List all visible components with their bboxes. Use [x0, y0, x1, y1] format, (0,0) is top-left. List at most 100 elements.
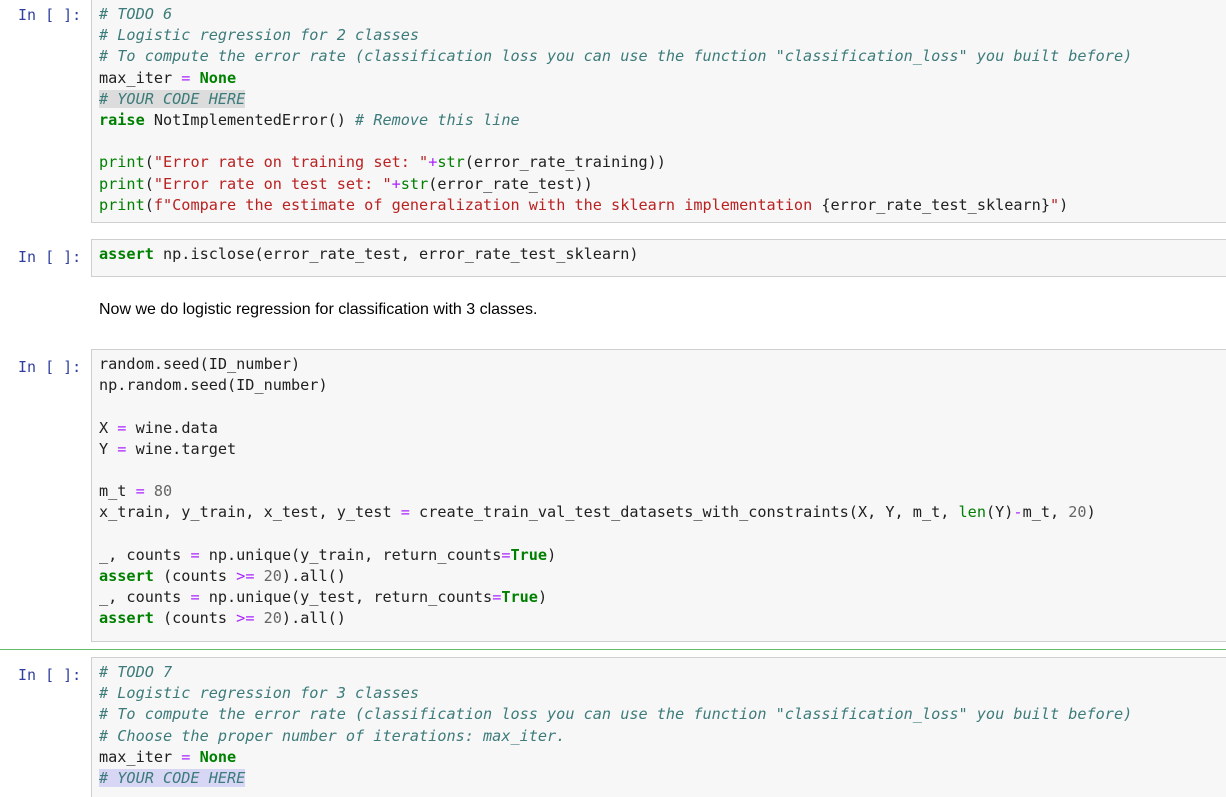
code-line[interactable]: print("Error rate on training set: "+str…: [99, 152, 1226, 173]
code-line[interactable]: [99, 396, 1226, 417]
code-token: None: [199, 68, 237, 87]
code-token: assert: [99, 609, 154, 628]
code-token: # YOUR CODE HERE: [99, 768, 246, 787]
code-token: =: [492, 588, 502, 607]
code-token: =: [135, 482, 145, 501]
code-token: True: [501, 588, 538, 607]
code-token: assert: [99, 245, 154, 263]
code-token: =: [190, 588, 200, 607]
code-token: ): [1086, 503, 1096, 522]
code-token: 80: [153, 482, 173, 501]
code-token: {error_rate_test_sklearn}: [821, 195, 1050, 214]
code-token: print: [99, 195, 145, 214]
code-token: # YOUR CODE HERE: [99, 89, 246, 108]
code-token: None: [199, 747, 237, 766]
code-line[interactable]: print("Error rate on test set: "+str(err…: [99, 174, 1226, 195]
code-token: # To compute the error rate (classificat…: [99, 47, 1133, 66]
code-token: (: [144, 153, 154, 172]
code-line[interactable]: np.random.seed(ID_number): [99, 375, 1226, 396]
code-token: str: [437, 153, 465, 172]
code-line[interactable]: X = wine.data: [99, 418, 1226, 439]
code-token: -: [1013, 503, 1023, 522]
code-token: max_iter: [99, 747, 182, 766]
code-line[interactable]: # TODO 6: [99, 4, 1226, 25]
code-token: assert: [99, 566, 154, 585]
code-editor[interactable]: # TODO 6 # Logistic regression for 2 clas…: [99, 4, 1226, 216]
code-token: len: [958, 503, 986, 522]
code-line[interactable]: # Choose the proper number of iterations…: [99, 726, 1226, 747]
code-token: ): [547, 545, 557, 564]
code-token: (error_rate_training)): [464, 153, 666, 172]
code-line[interactable]: # YOUR CODE HERE: [99, 89, 1226, 110]
code-input-area[interactable]: random.seed(ID_number) np.random.seed(ID_…: [91, 349, 1226, 642]
code-line[interactable]: _, counts = np.unique(y_test, return_cou…: [99, 587, 1226, 608]
code-line[interactable]: assert np.isclose(error_rate_test, error…: [99, 244, 1226, 265]
code-editor[interactable]: # TODO 7 # Logistic regression for 3 clas…: [99, 662, 1226, 789]
code-line[interactable]: Y = wine.target: [99, 439, 1226, 460]
code-token: _, counts: [99, 588, 191, 607]
code-line[interactable]: assert (counts >= 20).all(): [99, 608, 1226, 629]
code-token: ).all(): [281, 609, 346, 628]
code-line[interactable]: [99, 131, 1226, 152]
code-line[interactable]: # Logistic regression for 3 classes: [99, 683, 1226, 704]
code-line[interactable]: _, counts = np.unique(y_train, return_co…: [99, 545, 1226, 566]
code-input-area[interactable]: assert np.isclose(error_rate_test, error…: [91, 239, 1226, 277]
code-token: _, counts: [99, 545, 191, 564]
code-line[interactable]: [99, 460, 1226, 481]
code-editor[interactable]: assert np.isclose(error_rate_test, error…: [99, 244, 1226, 265]
selected-cell-border: [0, 649, 1226, 650]
code-token: # Remove this line: [355, 110, 520, 129]
code-line[interactable]: x_train, y_train, x_test, y_test = creat…: [99, 502, 1226, 523]
code-token: 20: [263, 609, 282, 628]
cell-prompt: In [ ]:: [18, 358, 82, 376]
code-token: ": [1049, 195, 1060, 214]
code-token: "Error rate on test set: ": [153, 174, 392, 193]
code-token: max_iter: [99, 68, 182, 87]
code-line[interactable]: random.seed(ID_number): [99, 354, 1226, 375]
code-line[interactable]: # TODO 7: [99, 662, 1226, 683]
code-token: # Choose the proper number of iterations…: [99, 726, 566, 745]
code-token: # TODO 7: [99, 663, 173, 681]
code-token: np.isclose(error_rate_test, error_rate_t…: [153, 245, 639, 263]
code-line[interactable]: raise NotImplementedError() # Remove thi…: [99, 110, 1226, 131]
code-token: # Logistic regression for 3 classes: [99, 684, 420, 703]
code-token: Y: [99, 439, 118, 458]
code-token: +: [428, 153, 438, 172]
code-token: create_train_val_test_datasets_with_cons…: [409, 503, 959, 522]
code-line[interactable]: max_iter = None: [99, 747, 1226, 768]
code-token: 20: [1068, 503, 1087, 522]
code-token: print: [99, 174, 145, 193]
code-token: =: [190, 545, 200, 564]
code-token: (counts: [153, 609, 237, 628]
code-token: (Y): [985, 503, 1014, 522]
code-token: =: [501, 545, 511, 564]
code-line[interactable]: assert (counts >= 20).all(): [99, 566, 1226, 587]
code-line[interactable]: max_iter = None: [99, 68, 1226, 89]
code-token: random.seed(ID_number): [99, 355, 301, 373]
code-input-area[interactable]: # TODO 6 # Logistic regression for 2 clas…: [91, 0, 1226, 223]
code-token: raise: [99, 110, 145, 129]
cell-prompt: In [ ]:: [18, 6, 82, 24]
code-line[interactable]: print(f"Compare the estimate of generali…: [99, 195, 1226, 216]
code-token: 20: [263, 566, 282, 585]
code-token: >=: [236, 566, 255, 585]
code-editor[interactable]: random.seed(ID_number) np.random.seed(ID_…: [99, 354, 1226, 629]
cell-prompt: In [ ]:: [18, 666, 82, 684]
code-token: NotImplementedError(): [144, 110, 356, 129]
code-token: np.unique(y_test, return_counts: [199, 588, 493, 607]
code-token: (counts: [153, 566, 237, 585]
code-token: np.unique(y_train, return_counts: [199, 545, 502, 564]
code-line[interactable]: # To compute the error rate (classificat…: [99, 46, 1226, 67]
code-line[interactable]: m_t = 80: [99, 481, 1226, 502]
code-input-area[interactable]: # TODO 7 # Logistic regression for 3 clas…: [91, 657, 1226, 797]
code-token: m_t: [99, 482, 136, 501]
code-token: # TODO 6: [99, 5, 173, 23]
code-line[interactable]: [99, 524, 1226, 545]
code-line[interactable]: # To compute the error rate (classificat…: [99, 704, 1226, 725]
code-line[interactable]: # YOUR CODE HERE: [99, 768, 1226, 789]
code-line[interactable]: # Logistic regression for 2 classes: [99, 25, 1226, 46]
code-token: m_t,: [1022, 503, 1069, 522]
